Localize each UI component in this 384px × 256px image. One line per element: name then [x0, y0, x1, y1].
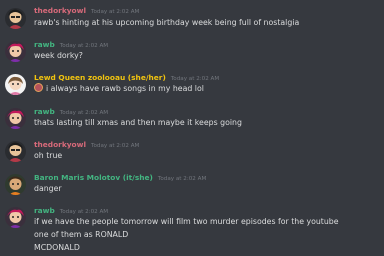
message-text-row: i always have rawb songs in my head lol [34, 83, 204, 94]
timestamp: Today at 2:02 AM [157, 176, 207, 182]
author-name[interactable]: rawb Today at 2:02 AM [34, 206, 108, 217]
timestamp: Today at 2:02 AM [59, 110, 109, 116]
author-label[interactable]: rawb [34, 40, 55, 49]
avatar-rawb[interactable] [5, 108, 26, 129]
author-label[interactable]: Lewd Queen zoolooau (she/her) [34, 73, 166, 82]
timestamp: Today at 2:02 AM [59, 43, 109, 49]
author-name[interactable]: rawb Today at 2:02 AM [34, 107, 108, 118]
avatar-zoolooau[interactable] [5, 74, 26, 95]
avatar-rawb[interactable] [5, 207, 26, 228]
message-text: thats lasting till xmas and then maybe i… [34, 118, 242, 127]
timestamp: Today at 2:02 AM [59, 209, 109, 215]
avatar-rawb[interactable] [5, 41, 26, 62]
author-label[interactable]: thedorkyowl [34, 140, 86, 149]
author-name[interactable]: Baron Maris Molotov (it/she) Today at 2:0… [34, 173, 206, 184]
message-text: rawb's hinting at his upcoming birthday … [34, 18, 300, 27]
author-label[interactable]: rawb [34, 206, 55, 215]
author-label[interactable]: Baron Maris Molotov (it/she) [34, 173, 153, 182]
author-label[interactable]: thedorkyowl [34, 6, 86, 15]
message-text: one of them as RONALD [34, 230, 129, 239]
custom-emoji-icon[interactable] [34, 83, 43, 92]
author-name[interactable]: thedorkyowl Today at 2:02 AM [34, 140, 139, 151]
message-text: danger [34, 184, 62, 193]
message-text: MCDONALD [34, 243, 80, 252]
avatar-thedorkyowl[interactable] [5, 8, 26, 29]
author-label[interactable]: rawb [34, 107, 55, 116]
message-text: if we have the people tomorrow will film… [34, 217, 339, 226]
timestamp: Today at 2:02 AM [91, 9, 140, 15]
avatar-thedorkyowl[interactable] [5, 141, 26, 162]
message-text: i always have rawb songs in my head lol [46, 84, 204, 93]
timestamp: Today at 2:02 AM [91, 143, 140, 149]
message-text: oh true [34, 151, 63, 160]
timestamp: Today at 2:02 AM [170, 76, 220, 82]
avatar-baron-maris-molotov[interactable] [5, 174, 26, 195]
message-text: week dorky? [34, 51, 83, 60]
author-name[interactable]: rawb Today at 2:02 AM [34, 40, 108, 51]
author-name[interactable]: thedorkyowl Today at 2:02 AM [34, 6, 139, 17]
